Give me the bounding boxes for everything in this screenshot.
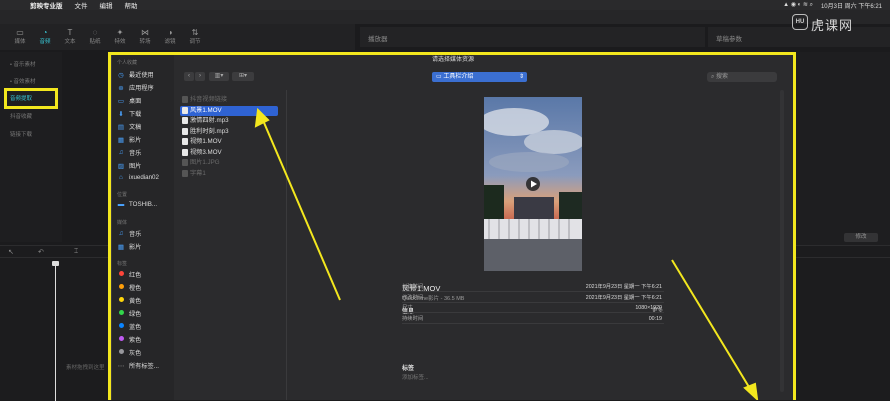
annotation-arrows <box>254 107 759 400</box>
